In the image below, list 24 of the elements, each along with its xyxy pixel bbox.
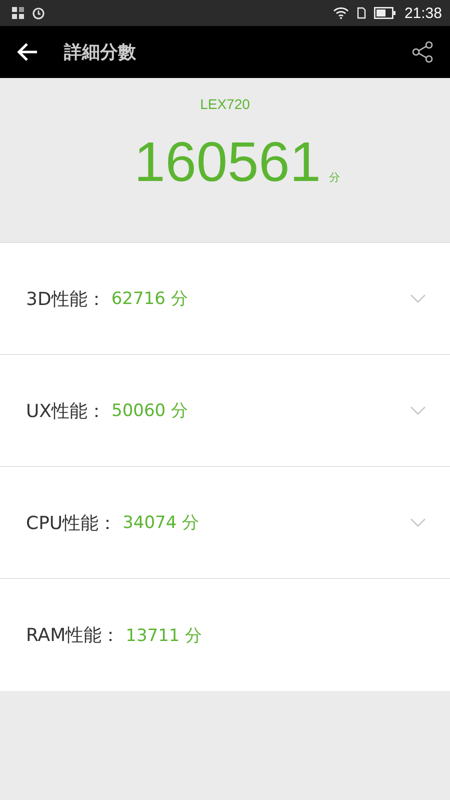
device-name: LEX720 [200, 96, 250, 112]
clock-time: 21:38 [404, 4, 442, 22]
chevron-icon[interactable] [410, 406, 426, 415]
score-value: 13711 分 [126, 624, 204, 646]
score-value: 34074 分 [122, 512, 200, 534]
score-label: 3D性能： [26, 288, 106, 310]
score-unit: 分 [328, 170, 340, 185]
total-score: 160561 [134, 134, 321, 190]
wifi-icon [333, 7, 350, 19]
score-label: RAM性能： [26, 624, 120, 647]
screen-title: 詳細分數 [64, 41, 137, 64]
score-value: 62716 分 [111, 288, 189, 310]
chevron-icon[interactable] [410, 518, 426, 527]
sim-card-icon [357, 7, 366, 19]
score-label: UX性能： [26, 400, 106, 422]
share-button[interactable] [412, 41, 434, 63]
chevron-icon[interactable] [410, 294, 426, 303]
score-label: CPU性能： [26, 512, 117, 534]
back-arrow-icon [16, 42, 38, 62]
battery-icon [374, 7, 396, 19]
back-button[interactable] [16, 42, 38, 62]
grid-icon [12, 7, 24, 19]
score-value: 50060 分 [112, 400, 189, 422]
share-icon [412, 41, 434, 63]
